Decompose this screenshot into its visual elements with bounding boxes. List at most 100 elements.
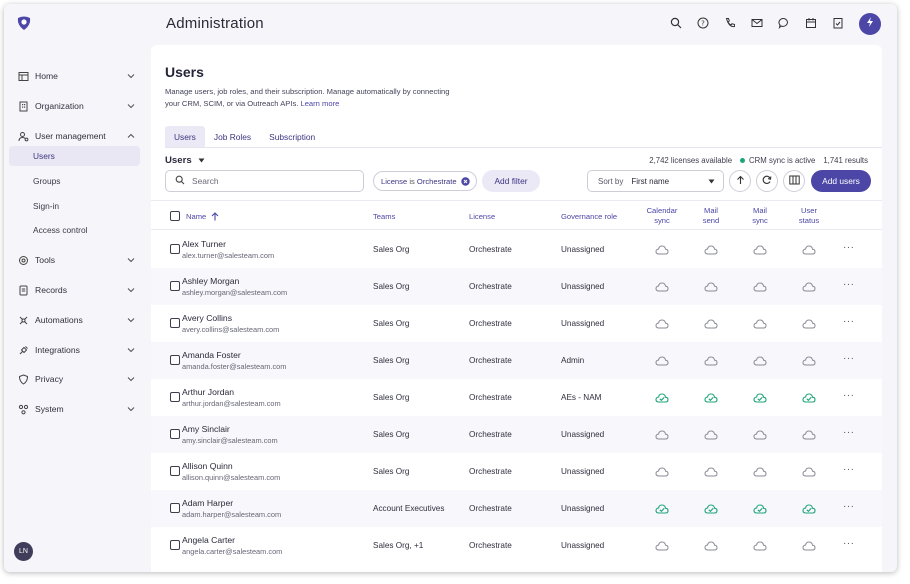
crm-sync-status: CRM sync is active [740,156,815,165]
user-license: Orchestrate [469,282,512,291]
crm-sync-text: CRM sync is active [749,156,816,165]
sidebar-item-tools[interactable]: Tools [9,250,140,270]
search-box[interactable] [165,170,364,192]
cloud-icon [802,317,816,329]
row-more-button[interactable]: ··· [843,390,855,401]
column-header-mail-send[interactable]: Mail send [686,201,736,231]
row-more-button[interactable]: ··· [843,538,855,549]
columns-icon [788,172,800,190]
user-name[interactable]: Avery Collins [182,313,232,323]
sidebar-subitem-groups[interactable]: Groups [9,171,140,191]
users-view-dropdown[interactable]: Users [165,155,205,166]
table-row[interactable]: Allison Quinn allison.quinn@salesteam.com… [151,453,882,490]
user-name[interactable]: Arthur Jordan [182,387,234,397]
column-header-calendar-sync[interactable]: Calendar sync [637,201,687,231]
row-checkbox[interactable] [170,429,180,439]
user-email: ashley.morgan@salesteam.com [182,288,288,297]
table-row[interactable]: Adam Harper adam.harper@salesteam.com Acco… [151,490,882,527]
row-more-button[interactable]: ··· [843,316,855,327]
refresh-button[interactable] [756,170,778,192]
user-name[interactable]: Amy Sinclair [182,424,230,434]
clear-filter-icon[interactable] [460,176,470,186]
table-row[interactable]: Amy Sinclair amy.sinclair@salesteam.com Sa… [151,416,882,453]
tab-job-roles[interactable]: Job Roles [205,126,260,148]
mail-icon[interactable] [750,16,764,30]
sidebar-item-records[interactable]: Records [9,280,140,300]
row-checkbox[interactable] [170,392,180,402]
table-row[interactable]: Arthur Jordan arthur.jordan@salesteam.com… [151,379,882,416]
row-more-button[interactable]: ··· [843,242,855,253]
row-more-button[interactable]: ··· [843,427,855,438]
sort-by-select[interactable]: Sort by First name [587,170,724,192]
calendar-icon[interactable] [804,16,818,30]
table-row[interactable]: Amanda Foster amanda.foster@salesteam.com… [151,342,882,379]
user-name[interactable]: Alex Turner [182,239,226,249]
user-teams: Sales Org [373,319,410,328]
avatar[interactable]: LN [14,542,33,561]
table-row[interactable]: Angela Carter angela.carter@salesteam.com… [151,527,882,564]
sidebar-item-user-management[interactable]: User management [9,126,140,146]
sidebar-item-home[interactable]: Home [9,66,140,86]
cloud-icon [753,354,767,366]
columns-button[interactable] [783,170,805,192]
table-row[interactable]: Alex Turner alex.turner@salesteam.com Sale… [151,231,882,268]
select-all-checkbox[interactable] [170,211,180,221]
table-row[interactable]: Ashley Morgan ashley.morgan@salesteam.com… [151,268,882,305]
user-name[interactable]: Adam Harper [182,498,233,508]
column-header-governance-role[interactable]: Governance role [561,201,617,231]
user-name[interactable]: Allison Quinn [182,461,233,471]
tasks-icon[interactable] [831,16,845,30]
column-header-name[interactable]: Name [186,201,219,231]
row-more-button[interactable]: ··· [843,501,855,512]
learn-more-link[interactable]: Learn more [300,99,339,108]
sidebar-item-automations[interactable]: Automations [9,310,140,330]
row-checkbox[interactable] [170,466,180,476]
filter-chip-license[interactable]: License is Orchestrate [373,171,477,191]
sidebar-item-organization[interactable]: Organization [9,96,140,116]
user-license: Orchestrate [469,430,512,439]
column-header-user-status[interactable]: User status [784,201,834,231]
row-checkbox[interactable] [170,281,180,291]
outreach-logo-icon[interactable] [15,14,33,32]
column-header-mail-sync[interactable]: Mail sync [735,201,785,231]
row-more-button[interactable]: ··· [843,279,855,290]
cloud-icon [655,465,669,477]
sort-direction-button[interactable] [729,170,751,192]
user-teams: Sales Org, +1 [373,541,424,550]
sidebar-item-system[interactable]: System [9,399,140,419]
column-header-teams[interactable]: Teams [373,201,395,231]
user-governance-role: Unassigned [561,282,605,291]
phone-icon[interactable] [723,16,737,30]
help-icon[interactable]: ? [696,16,710,30]
user-name[interactable]: Ashley Morgan [182,276,239,286]
add-users-button[interactable]: Add users [811,170,871,192]
tab-subscription[interactable]: Subscription [260,126,324,148]
row-more-button[interactable]: ··· [843,464,855,475]
sidebar-item-integrations[interactable]: Integrations [9,340,140,360]
row-checkbox[interactable] [170,540,180,550]
column-header-label: Calendar [646,206,678,215]
sidebar-subitem-access-control[interactable]: Access control [9,220,140,240]
search-icon[interactable] [669,16,683,30]
row-checkbox[interactable] [170,355,180,365]
row-checkbox[interactable] [170,318,180,328]
add-filter-button[interactable]: Add filter [482,170,540,192]
user-governance-role: Admin [561,356,585,365]
chat-icon[interactable] [777,16,791,30]
row-checkbox[interactable] [170,503,180,513]
sidebar-subitem-sign-in[interactable]: Sign-in [9,196,140,216]
cloud-check-icon [753,391,767,403]
sidebar-item-privacy[interactable]: Privacy [9,369,140,389]
tab-users[interactable]: Users [165,126,205,148]
sidebar-subitem-users[interactable]: Users [9,146,140,166]
table-row[interactable]: Avery Collins avery.collins@salesteam.com… [151,305,882,342]
bolt-button[interactable] [859,13,881,35]
plug-icon [17,344,29,356]
user-name[interactable]: Amanda Foster [182,350,241,360]
row-checkbox[interactable] [170,244,180,254]
search-input[interactable] [192,176,352,186]
row-more-button[interactable]: ··· [843,353,855,364]
column-header-license[interactable]: License [469,201,495,231]
user-name[interactable]: Angela Carter [182,535,235,545]
column-header-label: User [800,206,818,215]
